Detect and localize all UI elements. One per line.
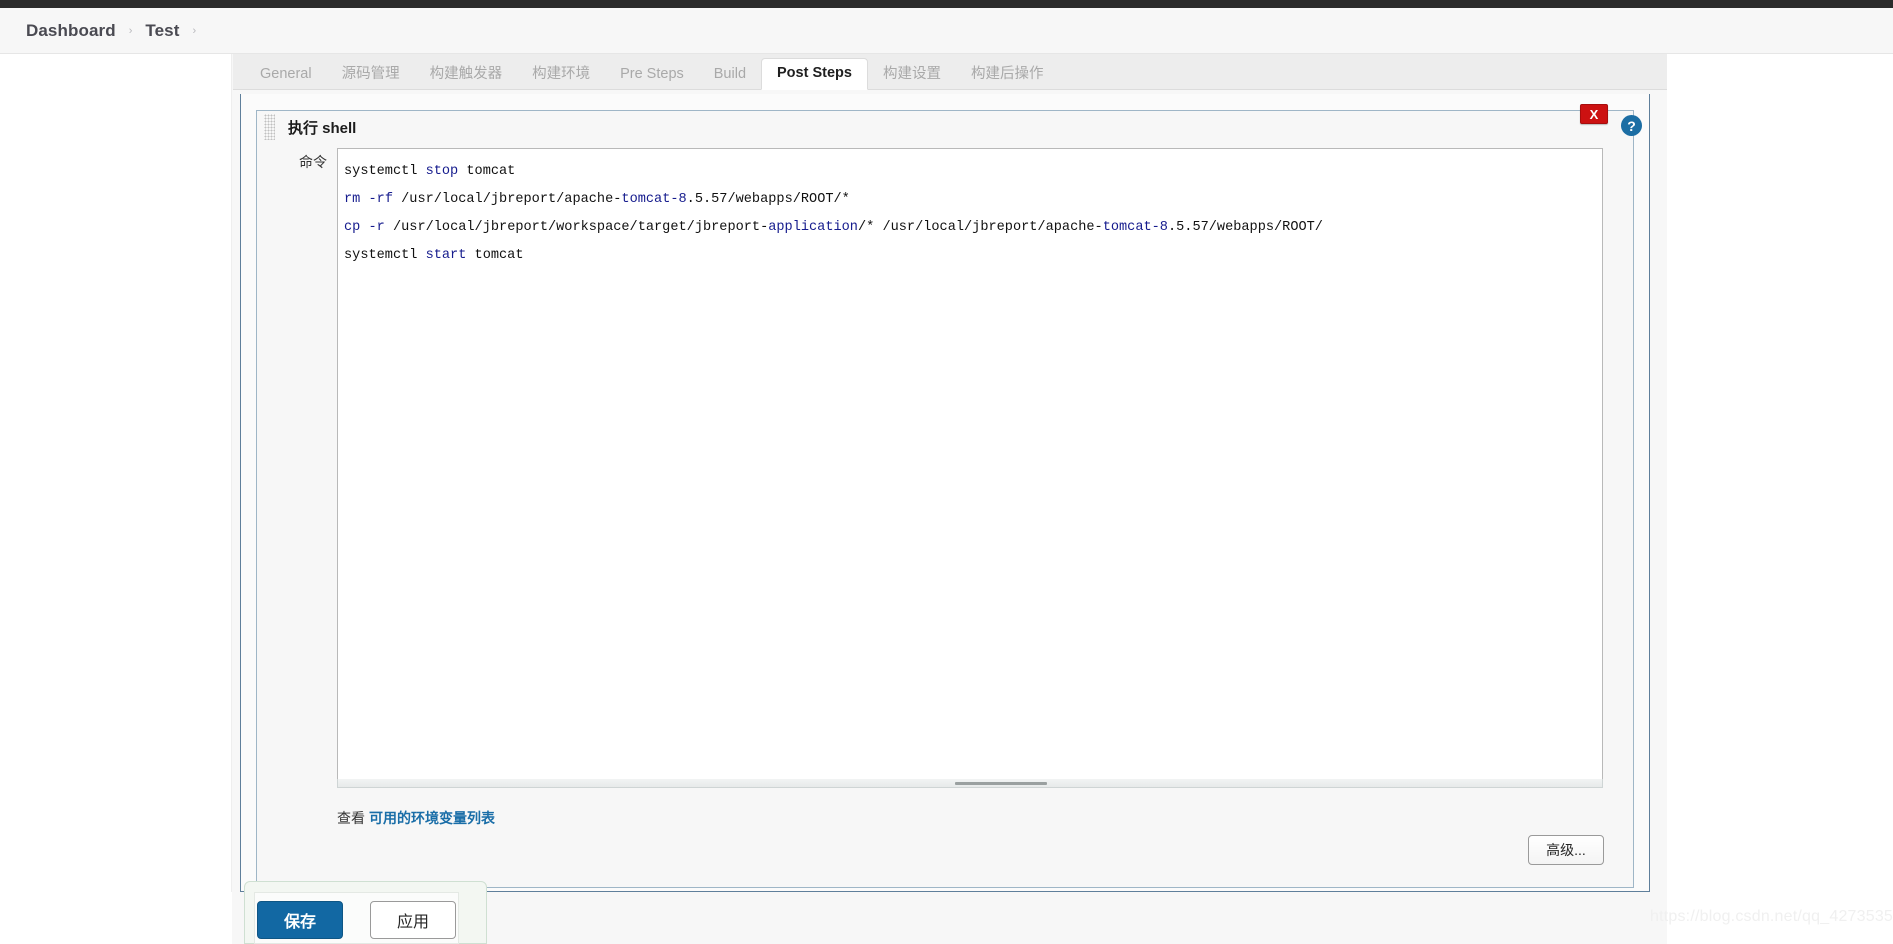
env-variables-link[interactable]: 可用的环境变量列表 (369, 810, 495, 826)
breadcrumb-separator-icon: › (128, 24, 133, 37)
advanced-button[interactable]: 高级... (1528, 835, 1604, 865)
left-gutter (0, 54, 232, 944)
code-text: systemctl (344, 248, 426, 263)
delete-builder-button[interactable]: X (1580, 104, 1608, 124)
tab-post-build-actions[interactable]: 构建后操作 (956, 60, 1059, 90)
command-code-editor[interactable]: systemctl stop tomcat rm -rf /usr/local/j… (337, 148, 1603, 784)
bottom-left-blank (0, 892, 232, 944)
command-field-label: 命令 (299, 154, 327, 170)
builder-title: 执行 shell (288, 120, 357, 137)
code-text: tomcat (466, 248, 524, 263)
env-variables-hint: 查看 可用的环境变量列表 (337, 808, 495, 828)
top-bar-strip (0, 0, 1893, 8)
help-icon[interactable]: ? (1621, 115, 1642, 136)
code-text: /usr/local/jbreport/apache- (392, 192, 622, 207)
code-line: systemctl stop tomcat (344, 158, 1602, 186)
code-lines-container: systemctl stop tomcat rm -rf /usr/local/j… (338, 149, 1602, 270)
watermark: https://blog.csdn.net/qq_42735350 (1650, 908, 1893, 925)
code-keyword: tomcat-8 (621, 192, 687, 207)
drag-handle-icon[interactable] (264, 114, 275, 140)
code-text: .5.57/webapps/ROOT/* (686, 192, 850, 207)
code-text: .5.57/webapps/ROOT/ (1167, 220, 1323, 235)
save-button[interactable]: 保存 (257, 901, 343, 939)
code-keyword: rm (344, 192, 361, 207)
breadcrumb-separator-icon[interactable]: › (192, 25, 196, 37)
code-keyword: stop (425, 164, 459, 179)
code-line: rm -rf /usr/local/jbreport/apache-tomcat… (344, 186, 1602, 214)
code-keyword: -r (368, 220, 385, 235)
code-text: tomcat (458, 164, 516, 179)
code-keyword: application (768, 220, 858, 235)
code-text: systemctl (344, 164, 426, 179)
code-keyword: cp (344, 220, 361, 235)
scrolled-away-row (240, 79, 940, 95)
breadcrumb-item-dashboard[interactable]: Dashboard (26, 21, 116, 41)
code-keyword: start (425, 248, 467, 263)
code-keyword: -rf (368, 192, 393, 207)
right-blank-area (1667, 54, 1893, 944)
code-line: systemctl start tomcat (344, 242, 1602, 270)
editor-resize-grip-icon (955, 782, 1047, 785)
code-keyword: tomcat-8 (1102, 220, 1168, 235)
code-line: cp -r /usr/local/jbreport/workspace/targ… (344, 214, 1602, 242)
apply-button[interactable]: 应用 (370, 901, 456, 939)
breadcrumb: Dashboard › Test › (0, 8, 1893, 54)
code-text: /* /usr/local/jbreport/apache- (857, 220, 1103, 235)
env-variables-hint-prefix: 查看 (337, 810, 365, 826)
breadcrumb-item-test[interactable]: Test (145, 21, 179, 41)
code-text: /usr/local/jbreport/workspace/target/jbr… (384, 220, 769, 235)
